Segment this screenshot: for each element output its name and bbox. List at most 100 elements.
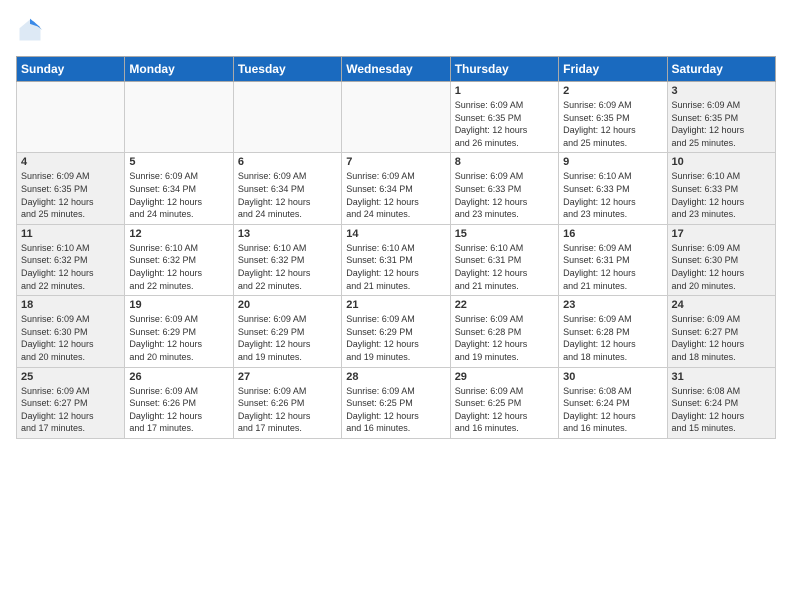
day-info: Sunrise: 6:09 AMSunset: 6:28 PMDaylight:… (455, 313, 554, 363)
day-header-monday: Monday (125, 57, 233, 82)
day-number: 13 (238, 228, 337, 240)
day-number: 10 (672, 156, 771, 168)
day-info: Sunrise: 6:09 AMSunset: 6:26 PMDaylight:… (238, 385, 337, 435)
calendar-cell (17, 82, 125, 153)
day-number: 20 (238, 299, 337, 311)
day-number: 9 (563, 156, 662, 168)
calendar-cell: 30 Sunrise: 6:08 AMSunset: 6:24 PMDayligh… (559, 367, 667, 438)
day-number: 6 (238, 156, 337, 168)
calendar-cell: 31 Sunrise: 6:08 AMSunset: 6:24 PMDayligh… (667, 367, 775, 438)
calendar-cell: 20 Sunrise: 6:09 AMSunset: 6:29 PMDayligh… (233, 296, 341, 367)
day-number: 27 (238, 371, 337, 383)
day-info: Sunrise: 6:10 AMSunset: 6:31 PMDaylight:… (455, 242, 554, 292)
day-header-tuesday: Tuesday (233, 57, 341, 82)
calendar-cell: 7 Sunrise: 6:09 AMSunset: 6:34 PMDaylight… (342, 153, 450, 224)
day-number: 21 (346, 299, 445, 311)
day-header-sunday: Sunday (17, 57, 125, 82)
day-info: Sunrise: 6:09 AMSunset: 6:31 PMDaylight:… (563, 242, 662, 292)
week-row-4: 18 Sunrise: 6:09 AMSunset: 6:30 PMDayligh… (17, 296, 776, 367)
calendar-cell: 4 Sunrise: 6:09 AMSunset: 6:35 PMDaylight… (17, 153, 125, 224)
calendar-cell: 10 Sunrise: 6:10 AMSunset: 6:33 PMDayligh… (667, 153, 775, 224)
week-row-1: 1 Sunrise: 6:09 AMSunset: 6:35 PMDaylight… (17, 82, 776, 153)
calendar-cell: 14Sunrise: 6:10 AMSunset: 6:31 PMDayligh… (342, 224, 450, 295)
day-header-friday: Friday (559, 57, 667, 82)
day-info: Sunrise: 6:09 AMSunset: 6:29 PMDaylight:… (346, 313, 445, 363)
day-number: 25 (21, 371, 120, 383)
calendar-cell: 24Sunrise: 6:09 AMSunset: 6:27 PMDayligh… (667, 296, 775, 367)
calendar-cell: 19 Sunrise: 6:09 AMSunset: 6:29 PMDayligh… (125, 296, 233, 367)
day-number: 23 (563, 299, 662, 311)
day-number: 14 (346, 228, 445, 240)
day-number: 8 (455, 156, 554, 168)
day-info: Sunrise: 6:09 AMSunset: 6:35 PMDaylight:… (563, 99, 662, 149)
day-number: 1 (455, 85, 554, 97)
calendar-cell: 16Sunrise: 6:09 AMSunset: 6:31 PMDayligh… (559, 224, 667, 295)
day-info: Sunrise: 6:10 AMSunset: 6:33 PMDaylight:… (563, 170, 662, 220)
calendar-cell: 25 Sunrise: 6:09 AMSunset: 6:27 PMDayligh… (17, 367, 125, 438)
day-number: 22 (455, 299, 554, 311)
calendar-cell (342, 82, 450, 153)
calendar-cell: 1Sunrise: 6:09 AMSunset: 6:35 PMDaylight… (450, 82, 558, 153)
week-row-3: 11 Sunrise: 6:10 AMSunset: 6:32 PMDayligh… (17, 224, 776, 295)
day-number: 7 (346, 156, 445, 168)
day-info: Sunrise: 6:09 AMSunset: 6:34 PMDaylight:… (238, 170, 337, 220)
week-row-2: 4 Sunrise: 6:09 AMSunset: 6:35 PMDaylight… (17, 153, 776, 224)
calendar-cell: 15Sunrise: 6:10 AMSunset: 6:31 PMDayligh… (450, 224, 558, 295)
day-info: Sunrise: 6:09 AMSunset: 6:25 PMDaylight:… (346, 385, 445, 435)
day-number: 29 (455, 371, 554, 383)
day-info: Sunrise: 6:09 AMSunset: 6:30 PMDaylight:… (672, 242, 771, 292)
day-info: Sunrise: 6:09 AMSunset: 6:35 PMDaylight:… (672, 99, 771, 149)
day-info: Sunrise: 6:09 AMSunset: 6:27 PMDaylight:… (672, 313, 771, 363)
day-info: Sunrise: 6:09 AMSunset: 6:29 PMDaylight:… (129, 313, 228, 363)
calendar-header-row: SundayMondayTuesdayWednesdayThursdayFrid… (17, 57, 776, 82)
day-number: 4 (21, 156, 120, 168)
calendar-cell (125, 82, 233, 153)
day-header-thursday: Thursday (450, 57, 558, 82)
logo (16, 16, 48, 44)
day-number: 3 (672, 85, 771, 97)
calendar-cell: 29Sunrise: 6:09 AMSunset: 6:25 PMDayligh… (450, 367, 558, 438)
day-number: 18 (21, 299, 120, 311)
calendar-cell: 27 Sunrise: 6:09 AMSunset: 6:26 PMDayligh… (233, 367, 341, 438)
day-number: 26 (129, 371, 228, 383)
day-number: 30 (563, 371, 662, 383)
calendar-cell: 18 Sunrise: 6:09 AMSunset: 6:30 PMDayligh… (17, 296, 125, 367)
calendar-cell (233, 82, 341, 153)
day-number: 5 (129, 156, 228, 168)
day-info: Sunrise: 6:08 AMSunset: 6:24 PMDaylight:… (563, 385, 662, 435)
day-number: 31 (672, 371, 771, 383)
week-row-5: 25 Sunrise: 6:09 AMSunset: 6:27 PMDayligh… (17, 367, 776, 438)
day-info: Sunrise: 6:10 AMSunset: 6:32 PMDaylight:… (129, 242, 228, 292)
calendar-cell: 28 Sunrise: 6:09 AMSunset: 6:25 PMDayligh… (342, 367, 450, 438)
day-info: Sunrise: 6:10 AMSunset: 6:32 PMDaylight:… (21, 242, 120, 292)
day-info: Sunrise: 6:09 AMSunset: 6:29 PMDaylight:… (238, 313, 337, 363)
day-info: Sunrise: 6:08 AMSunset: 6:24 PMDaylight:… (672, 385, 771, 435)
day-info: Sunrise: 6:09 AMSunset: 6:30 PMDaylight:… (21, 313, 120, 363)
calendar-cell: 17 Sunrise: 6:09 AMSunset: 6:30 PMDayligh… (667, 224, 775, 295)
calendar-cell: 21 Sunrise: 6:09 AMSunset: 6:29 PMDayligh… (342, 296, 450, 367)
calendar-cell: 5Sunrise: 6:09 AMSunset: 6:34 PMDaylight… (125, 153, 233, 224)
day-number: 12 (129, 228, 228, 240)
day-info: Sunrise: 6:09 AMSunset: 6:26 PMDaylight:… (129, 385, 228, 435)
day-info: Sunrise: 6:10 AMSunset: 6:33 PMDaylight:… (672, 170, 771, 220)
day-header-saturday: Saturday (667, 57, 775, 82)
day-header-wednesday: Wednesday (342, 57, 450, 82)
day-number: 19 (129, 299, 228, 311)
calendar-cell: 3 Sunrise: 6:09 AMSunset: 6:35 PMDaylight… (667, 82, 775, 153)
day-number: 11 (21, 228, 120, 240)
calendar-cell: 13 Sunrise: 6:10 AMSunset: 6:32 PMDayligh… (233, 224, 341, 295)
calendar-cell: 12 Sunrise: 6:10 AMSunset: 6:32 PMDayligh… (125, 224, 233, 295)
calendar-cell: 23 Sunrise: 6:09 AMSunset: 6:28 PMDayligh… (559, 296, 667, 367)
day-number: 28 (346, 371, 445, 383)
calendar-cell: 9 Sunrise: 6:10 AMSunset: 6:33 PMDaylight… (559, 153, 667, 224)
calendar-cell: 6 Sunrise: 6:09 AMSunset: 6:34 PMDaylight… (233, 153, 341, 224)
page-header (16, 16, 776, 44)
day-info: Sunrise: 6:09 AMSunset: 6:28 PMDaylight:… (563, 313, 662, 363)
calendar: SundayMondayTuesdayWednesdayThursdayFrid… (16, 56, 776, 439)
day-info: Sunrise: 6:09 AMSunset: 6:34 PMDaylight:… (346, 170, 445, 220)
day-info: Sunrise: 6:09 AMSunset: 6:27 PMDaylight:… (21, 385, 120, 435)
day-number: 17 (672, 228, 771, 240)
calendar-cell: 11 Sunrise: 6:10 AMSunset: 6:32 PMDayligh… (17, 224, 125, 295)
day-info: Sunrise: 6:09 AMSunset: 6:35 PMDaylight:… (21, 170, 120, 220)
day-info: Sunrise: 6:10 AMSunset: 6:32 PMDaylight:… (238, 242, 337, 292)
